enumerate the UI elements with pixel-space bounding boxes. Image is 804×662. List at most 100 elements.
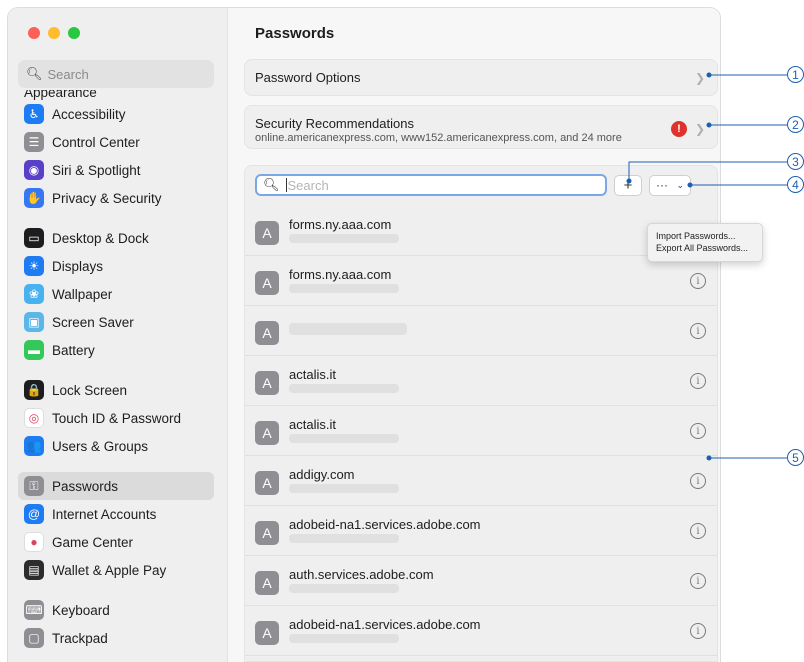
sidebar-item-label: Internet Accounts [52, 506, 157, 522]
add-password-button[interactable]: + [614, 175, 642, 196]
security-recommendations-row[interactable]: Security Recommendations online.american… [244, 105, 718, 149]
password-options-label: Password Options [255, 70, 361, 85]
battery-icon: ▬ [24, 340, 44, 360]
entry-site: addigy.com [289, 467, 355, 482]
info-icon[interactable]: i [690, 473, 706, 489]
sidebar-item-label: Trackpad [52, 630, 108, 646]
callout-3: 3 [787, 153, 804, 170]
wallet-icon: ▤ [24, 560, 44, 580]
entry-username-redacted [289, 323, 407, 335]
sidebar-item-privacy-security[interactable]: ✋ Privacy & Security [18, 184, 214, 212]
sidebar-separator [18, 460, 214, 472]
sidebar-item-label: Game Center [52, 534, 134, 550]
entry-username-redacted [289, 634, 399, 643]
password-options-row[interactable]: Password Options ❯ [244, 59, 718, 96]
entry-site: actalis.it [289, 367, 336, 382]
password-entry[interactable]: Aauth.services.adobe.com i [245, 556, 717, 606]
sidebar-item-users-groups[interactable]: 👥 Users & Groups [18, 432, 214, 460]
displays-icon: ☀ [24, 256, 44, 276]
sidebar-item-passwords[interactable]: ⚿ Passwords [18, 472, 214, 500]
sidebar-item-label: Lock Screen [52, 382, 128, 398]
keyboard-icon: ⌨ [24, 600, 44, 620]
info-icon[interactable]: i [690, 323, 706, 339]
sidebar-item-battery[interactable]: ▬ Battery [18, 336, 214, 364]
entry-site: actalis.it [289, 417, 336, 432]
close-button[interactable] [28, 27, 40, 39]
entry-username-redacted [289, 484, 399, 493]
sidebar-item-siri-spotlight[interactable]: ◉ Siri & Spotlight [18, 156, 214, 184]
fingerprint-icon: ◎ [24, 408, 44, 428]
window-controls [28, 27, 80, 39]
entry-site: forms.ny.aaa.com [289, 217, 392, 232]
sidebar-item-label: Accessibility [52, 106, 126, 122]
site-avatar: A [255, 221, 279, 245]
more-options-menu: Import Passwords... Export All Passwords… [647, 223, 763, 262]
main-pane: Passwords Password Options ❯ Security Re… [229, 8, 720, 662]
sidebar-item-appearance[interactable]: Appearance [18, 90, 214, 100]
sidebar-item-label: Users & Groups [52, 438, 149, 454]
password-entry[interactable]: Aadobeid-na1.services.adobe.com i [245, 606, 717, 656]
password-entry[interactable]: Aactalis.it i [245, 356, 717, 406]
sidebar-item-trackpad[interactable]: ▢ Trackpad [18, 624, 214, 652]
menu-item-export[interactable]: Export All Passwords... [656, 242, 754, 254]
sidebar-item-wallpaper[interactable]: ❀ Wallpaper [18, 280, 214, 308]
sidebar-item-lock-screen[interactable]: 🔒 Lock Screen [18, 376, 214, 404]
info-icon[interactable]: i [690, 373, 706, 389]
sidebar-item-touch-id-password[interactable]: ◎ Touch ID & Password [18, 404, 214, 432]
entry-username-redacted [289, 434, 399, 443]
entry-site: adobeid-na1.services.adobe.com [289, 617, 481, 632]
sidebar-item-internet-accounts[interactable]: @ Internet Accounts [18, 500, 214, 528]
game-center-icon: ● [24, 532, 44, 552]
sidebar-item-accessibility[interactable]: ♿ Accessibility [18, 100, 214, 128]
chevron-right-icon: ❯ [694, 70, 705, 85]
password-entry[interactable]: Ai [245, 306, 717, 356]
sidebar-item-game-center[interactable]: ● Game Center [18, 528, 214, 556]
wallpaper-icon: ❀ [24, 284, 44, 304]
sidebar-item-label: Touch ID & Password [52, 410, 182, 426]
minimize-button[interactable] [48, 27, 60, 39]
sidebar-item-label: Screen Saver [52, 314, 134, 330]
info-icon[interactable]: i [690, 523, 706, 539]
info-icon[interactable]: i [690, 423, 706, 439]
ellipsis-icon: ··· [656, 178, 668, 192]
site-avatar: A [255, 621, 279, 645]
sidebar-item-screen-saver[interactable]: ▣ Screen Saver [18, 308, 214, 336]
sidebar-item-label: Displays [52, 258, 104, 274]
key-icon: ⚿ [24, 476, 44, 496]
chevron-down-icon: ⌄ [676, 180, 684, 190]
sidebar-item-wallet-apple-pay[interactable]: ▤ Wallet & Apple Pay [18, 556, 214, 584]
accessibility-icon: ♿ [24, 104, 44, 124]
password-entry[interactable]: Aactalis.it i [245, 406, 717, 456]
lock-icon: 🔒 [24, 380, 44, 400]
password-entry[interactable]: Aaddigy.com i [245, 456, 717, 506]
search-icon: 🔍︎ [263, 177, 280, 192]
callout-1: 1 [787, 66, 804, 83]
entry-username-redacted [289, 534, 399, 543]
sidebar: 🔍︎ Search Appearance ♿ Accessibility ☰ Contr… [8, 8, 228, 662]
sidebar-item-keyboard[interactable]: ⌨ Keyboard [18, 596, 214, 624]
entry-site: auth.services.adobe.com [289, 567, 434, 582]
zoom-button[interactable] [68, 27, 80, 39]
more-options-button[interactable]: ··· ⌄ [649, 175, 691, 196]
sidebar-separator [18, 584, 214, 596]
entry-username-redacted [289, 384, 399, 393]
search-icon: 🔍︎ [26, 66, 43, 81]
desktop-dock-icon: ▭ [24, 228, 44, 248]
password-search-input[interactable]: 🔍︎ Search [255, 174, 607, 196]
password-entry[interactable]: Aadobeid-na1.services.adobe.com i [245, 506, 717, 556]
password-entry[interactable]: Aforms.ny.aaa.com i [245, 256, 717, 306]
callout-2: 2 [787, 116, 804, 133]
info-icon[interactable]: i [690, 273, 706, 289]
info-icon[interactable]: i [690, 573, 706, 589]
sidebar-item-displays[interactable]: ☀ Displays [18, 252, 214, 280]
menu-item-import[interactable]: Import Passwords... [656, 230, 754, 242]
site-avatar: A [255, 321, 279, 345]
sidebar-item-label: Wallpaper [52, 286, 113, 302]
sidebar-item-desktop-dock[interactable]: ▭ Desktop & Dock [18, 224, 214, 252]
sidebar-search-input[interactable]: 🔍︎ Search [18, 60, 214, 88]
site-avatar: A [255, 271, 279, 295]
settings-window: 🔍︎ Search Appearance ♿ Accessibility ☰ Contr… [8, 8, 720, 662]
sidebar-item-label: Privacy & Security [52, 190, 162, 206]
info-icon[interactable]: i [690, 623, 706, 639]
sidebar-item-control-center[interactable]: ☰ Control Center [18, 128, 214, 156]
